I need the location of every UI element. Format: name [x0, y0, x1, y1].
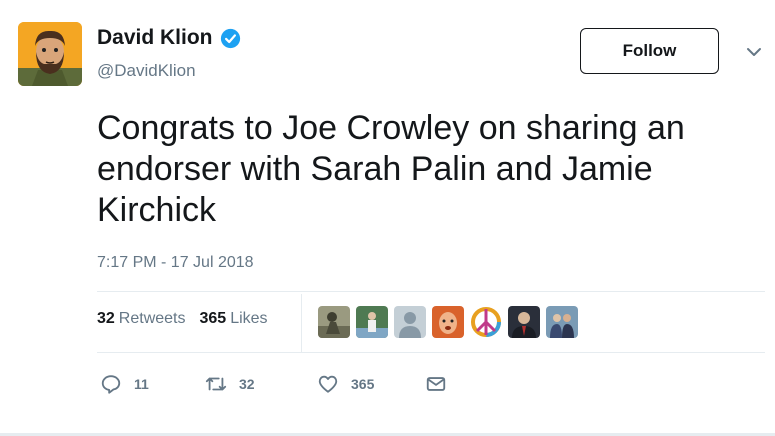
peace-sign-avatar[interactable] [470, 306, 502, 338]
reply-action[interactable]: 11 [100, 373, 205, 395]
likes-stat[interactable]: 365 Likes [200, 310, 268, 328]
tweet-actions: 11 32 365 [100, 373, 447, 395]
cartoon-face-avatar[interactable] [432, 306, 464, 338]
author-avatar[interactable] [18, 22, 82, 86]
likes-count: 365 [199, 310, 227, 327]
liked-by-avatars [318, 306, 578, 338]
chevron-down-icon[interactable] [744, 42, 764, 62]
bearded-man-cartoon-avatar-icon [18, 22, 82, 86]
tweet-stats: 32 Retweets 365 Likes [97, 310, 268, 328]
likes-label: Likes [230, 310, 268, 327]
default-egg-avatar[interactable] [394, 306, 426, 338]
stats-separator [301, 294, 302, 352]
tweet-text: Congrats to Joe Crowley on sharing an en… [97, 109, 685, 229]
follow-button[interactable]: Follow [580, 28, 719, 74]
man-in-suit-avatar[interactable] [508, 306, 540, 338]
like-count: 365 [351, 376, 375, 392]
author-handle[interactable]: @DavidKlion [97, 61, 196, 81]
retweet-count: 32 [239, 376, 255, 392]
retweet-action[interactable]: 32 [205, 373, 317, 395]
reply-count: 11 [134, 376, 149, 392]
retweets-stat[interactable]: 32 Retweets [97, 310, 186, 328]
author-name-row[interactable]: David Klion [97, 26, 241, 50]
heart-icon[interactable] [317, 373, 339, 395]
verified-badge-icon [220, 28, 240, 48]
tweet-timestamp[interactable]: 7:17 PM - 17 Jul 2018 [97, 254, 254, 272]
divider [97, 291, 765, 292]
divider [97, 352, 765, 353]
retweet-icon[interactable] [205, 373, 227, 395]
person-outdoor-avatar[interactable] [356, 306, 388, 338]
author-name[interactable]: David Klion [97, 26, 213, 50]
retweets-label: Retweets [118, 310, 186, 327]
two-people-avatar[interactable] [546, 306, 578, 338]
like-action[interactable]: 365 [317, 373, 425, 395]
statue-photo-avatar[interactable] [318, 306, 350, 338]
envelope-icon[interactable] [425, 373, 447, 395]
direct-message-action[interactable] [425, 373, 447, 395]
retweets-count: 32 [97, 310, 115, 327]
reply-icon[interactable] [100, 373, 122, 395]
